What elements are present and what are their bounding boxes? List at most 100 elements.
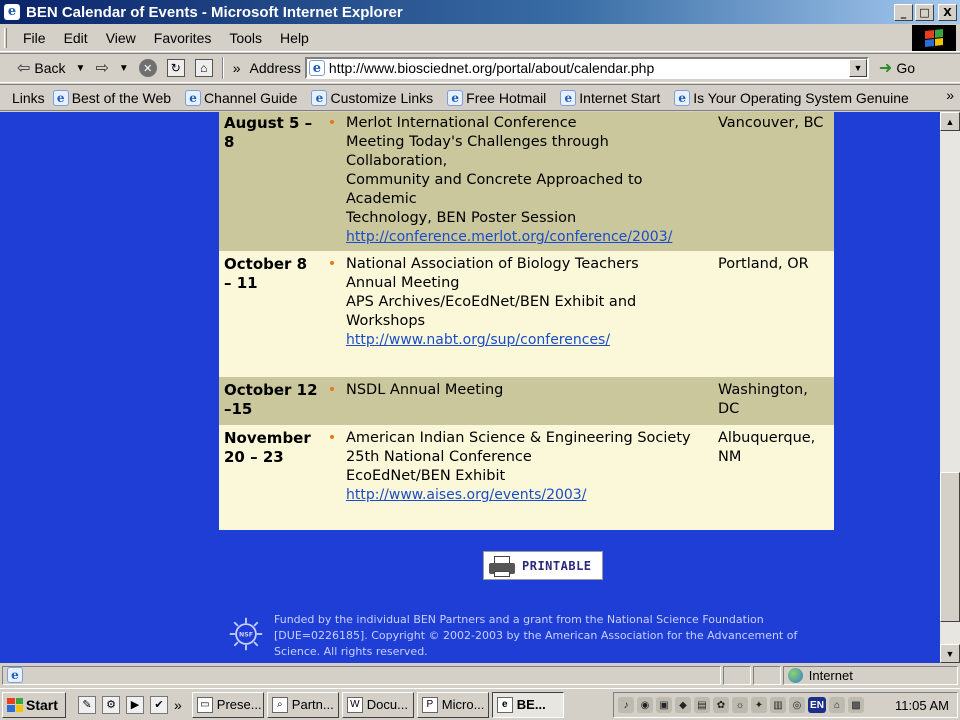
chevron-down-icon: ▼ (75, 62, 86, 74)
close-button[interactable]: X (938, 3, 957, 21)
printable-button[interactable]: PRINTABLE (483, 551, 603, 580)
menu-help[interactable]: Help (271, 30, 318, 46)
event-description: NSDL Annual Meeting (342, 377, 714, 425)
scroll-down-button[interactable]: ▼ (940, 644, 960, 663)
address-bar[interactable]: e ▼ (304, 57, 869, 79)
address-dropdown-button[interactable]: ▼ (848, 59, 867, 77)
scroll-up-button[interactable]: ▲ (940, 112, 960, 131)
menu-favorites[interactable]: Favorites (145, 30, 221, 46)
table-row: October 12 –15 • NSDL Annual Meeting Was… (219, 377, 834, 425)
go-label: Go (896, 60, 915, 76)
chevron-up-icon: ▲ (945, 116, 955, 127)
status-bar: e Internet (0, 664, 960, 686)
minimize-button[interactable]: _ (894, 3, 913, 21)
browser-icon[interactable]: ✔ (150, 695, 168, 714)
back-button[interactable]: ⇦ Back (12, 56, 71, 80)
table-row: November 20 – 23 • American Indian Scien… (219, 425, 834, 530)
bullet-icon: • (322, 425, 342, 530)
tray-app-icon[interactable]: ▤ (694, 697, 710, 713)
event-link[interactable]: http://www.nabt.org/sup/conferences/ (346, 332, 610, 348)
tray-app-icon[interactable]: ▩ (848, 697, 864, 713)
network-icon[interactable]: ⌂ (829, 697, 845, 713)
title-bar: e BEN Calendar of Events - Microsoft Int… (0, 0, 960, 24)
quicklaunch-app-icon[interactable]: ⚙ (102, 695, 120, 714)
footer: NSF Funded by the individual BEN Partner… (228, 612, 808, 660)
forward-button[interactable]: ⇨ (90, 56, 113, 80)
quicklaunch-more-button[interactable]: » (174, 697, 182, 713)
scroll-thumb[interactable] (940, 472, 960, 622)
tray-app-icon[interactable]: ✿ (713, 697, 729, 713)
printer-icon (488, 555, 516, 577)
stop-icon: ✕ (138, 59, 157, 77)
refresh-button[interactable]: ↻ (162, 56, 190, 80)
table-row: August 5 – 8 • Merlot International Conf… (219, 112, 834, 251)
media-player-icon[interactable]: ▶ (126, 695, 144, 714)
refresh-icon: ↻ (166, 59, 185, 77)
task-ben-browser[interactable]: e BE... (491, 691, 564, 718)
status-panel (752, 665, 781, 685)
table-row: October 8 – 11 • National Association of… (219, 251, 834, 377)
start-button[interactable]: Start (2, 691, 66, 718)
toolbar: ⇦ Back ▼ ⇨ ▼ ✕ ↻ ⌂ » Address e ▼ ➜ Go (0, 53, 960, 83)
address-label: Address (249, 60, 301, 76)
links-more-button[interactable]: » (946, 87, 954, 103)
tray-app-icon[interactable]: ◉ (637, 697, 653, 713)
event-description: Merlot International Conference Meeting … (342, 112, 714, 251)
links-bar: Links e Best of the Web e Channel Guide eC… (0, 84, 960, 111)
volume-icon[interactable]: ♪ (618, 697, 634, 713)
events-table: August 5 – 8 • Merlot International Conf… (219, 112, 834, 530)
back-arrow-icon: ⇦ (17, 60, 31, 77)
tray-app-icon[interactable]: ✦ (751, 697, 767, 713)
menu-tools[interactable]: Tools (220, 30, 271, 46)
ie-icon: e (4, 4, 20, 20)
event-location: Vancouver, BC (714, 112, 834, 251)
tray-app-icon[interactable]: ◎ (789, 697, 805, 713)
toolbar-separator (221, 57, 224, 79)
toolbar-more-button[interactable]: » (228, 56, 246, 80)
back-dropdown[interactable]: ▼ (71, 56, 91, 80)
tray-app-icon[interactable]: ▣ (656, 697, 672, 713)
tray-app-icon[interactable]: ◆ (675, 697, 691, 713)
home-icon: ⌂ (194, 59, 213, 77)
link-free-hotmail[interactable]: e Free Hotmail (447, 89, 546, 106)
tray-app-icon[interactable]: ▥ (770, 697, 786, 713)
show-desktop-icon[interactable]: ✎ (78, 695, 96, 714)
ie-icon: e (447, 89, 464, 106)
task-microsoft[interactable]: P Micro... (416, 691, 489, 718)
page-icon: e (308, 60, 325, 76)
link-os-genuine[interactable]: e Is Your Operating System Genuine (674, 89, 909, 106)
menu-edit[interactable]: Edit (55, 30, 97, 46)
go-button[interactable]: ➜ Go (879, 58, 915, 78)
stop-button[interactable]: ✕ (134, 56, 162, 80)
home-button[interactable]: ⌂ (190, 56, 218, 80)
event-description: National Association of Biology Teachers… (342, 251, 714, 377)
maximize-button[interactable]: □ (915, 3, 934, 21)
task-powerpoint[interactable]: ▭ Prese... (191, 691, 264, 718)
event-link[interactable]: http://www.aises.org/events/2003/ (346, 487, 586, 503)
event-date: August 5 – 8 (219, 112, 322, 251)
menu-file[interactable]: File (14, 30, 55, 46)
event-link[interactable]: http://conference.merlot.org/conference/… (346, 229, 672, 245)
menu-view[interactable]: View (97, 30, 145, 46)
forward-dropdown[interactable]: ▼ (114, 56, 134, 80)
tray-app-icon[interactable]: ☼ (732, 697, 748, 713)
ie-icon: e (496, 696, 513, 713)
address-input[interactable] (328, 60, 849, 76)
link-channel-guide[interactable]: e Channel Guide (185, 89, 297, 106)
svg-text:NSF: NSF (239, 632, 253, 639)
link-best-of-the-web[interactable]: e Best of the Web (52, 89, 171, 106)
printable-label: PRINTABLE (522, 558, 592, 573)
taskbar: Start ✎ ⚙ ▶ ✔ » ▭ Prese... ⌕ Partn... W Doc… (0, 688, 960, 720)
task-document[interactable]: W Docu... (341, 691, 414, 718)
ie-icon: e (185, 89, 202, 106)
links-label[interactable]: Links (12, 90, 45, 106)
task-partners[interactable]: ⌕ Partn... (266, 691, 339, 718)
window-title: BEN Calendar of Events - Microsoft Inter… (26, 3, 403, 21)
chevron-down-icon: ▼ (118, 62, 129, 74)
link-customize-links[interactable]: e Customize Links (311, 89, 433, 106)
link-internet-start[interactable]: e Internet Start (560, 89, 660, 106)
event-date: October 8 – 11 (219, 251, 322, 377)
ie-icon: e (52, 89, 69, 106)
language-indicator[interactable]: EN (808, 697, 826, 713)
vertical-scrollbar[interactable]: ▲ ▼ (940, 112, 960, 663)
